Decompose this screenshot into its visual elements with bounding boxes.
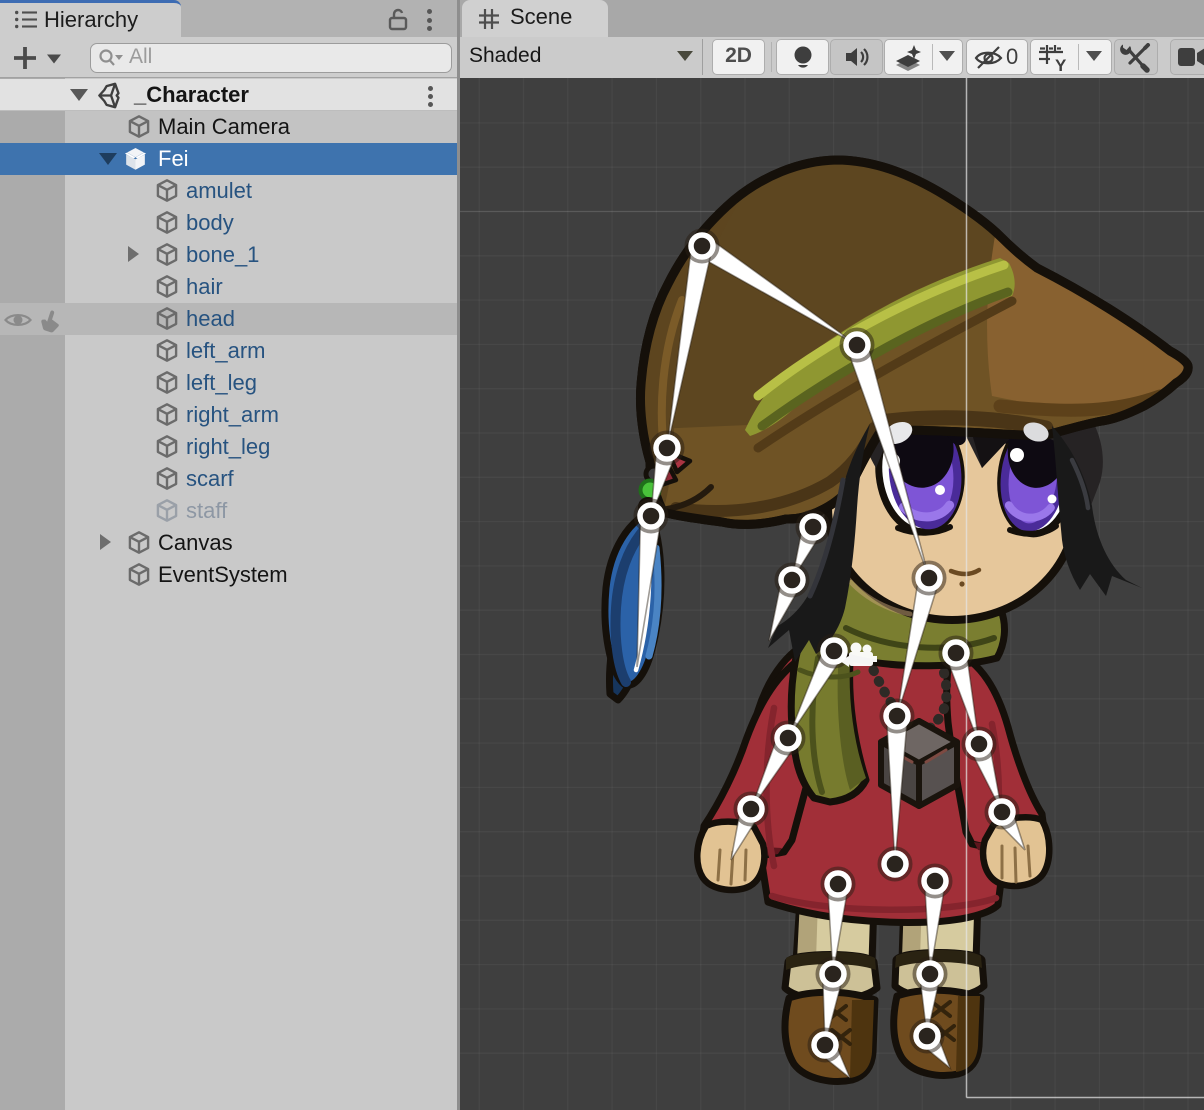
svg-text:Y: Y <box>1055 56 1067 72</box>
